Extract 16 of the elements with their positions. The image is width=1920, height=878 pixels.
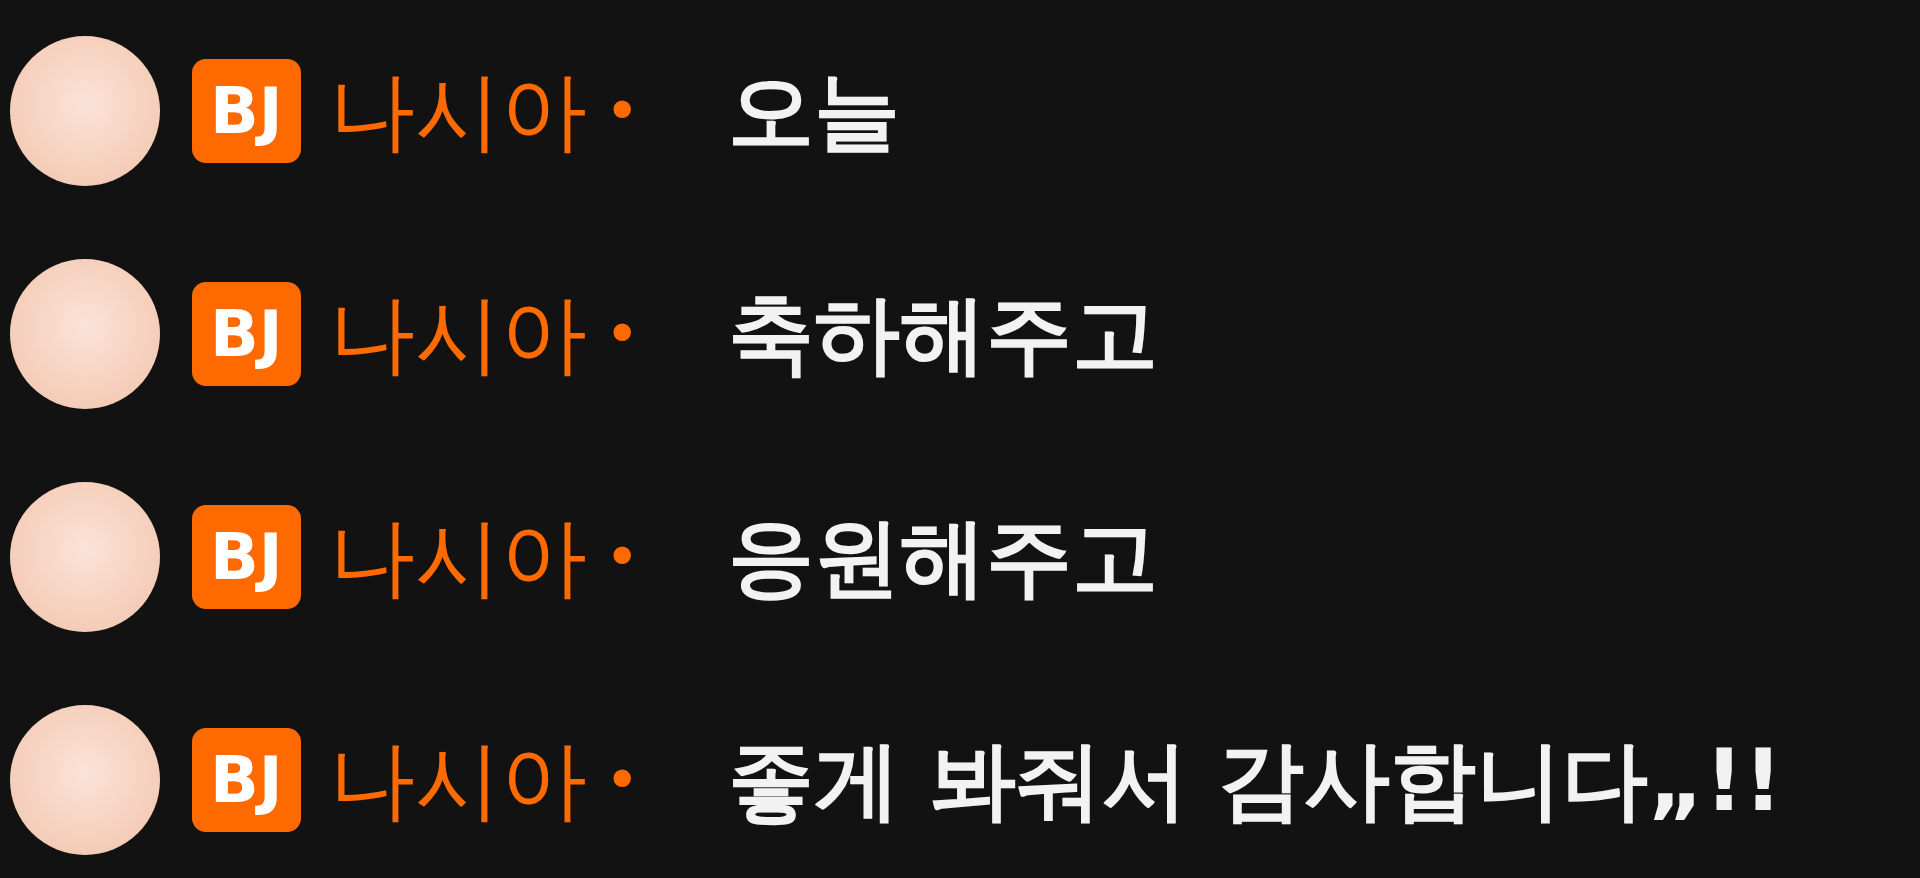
separator-dot: • xyxy=(604,744,640,817)
separator-dot: • xyxy=(604,521,640,594)
username[interactable]: 나시아 xyxy=(328,482,587,632)
chat-message: 좋게 봐줘서 감사합니다„!! xyxy=(728,729,1783,832)
separator-dot: • xyxy=(604,298,640,371)
username[interactable]: 나시아 xyxy=(328,259,587,409)
bj-badge: BJ xyxy=(192,59,301,163)
username[interactable]: 나시아 xyxy=(328,36,587,186)
bj-badge: BJ xyxy=(192,282,301,386)
chat-message: 축하해주고 xyxy=(728,283,1158,386)
separator-dot: • xyxy=(604,75,640,148)
bj-badge: BJ xyxy=(192,728,301,832)
username[interactable]: 나시아 xyxy=(328,705,587,855)
bj-badge: BJ xyxy=(192,505,301,609)
chat-message: 오늘 xyxy=(728,60,900,163)
chat-message: 응원해주고 xyxy=(728,506,1158,609)
